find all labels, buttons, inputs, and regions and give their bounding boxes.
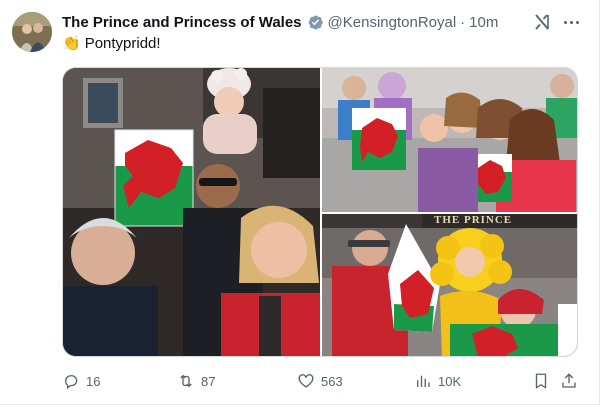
reply-count: 16 bbox=[86, 373, 101, 389]
tweet-text: 👏 Pontypridd! bbox=[62, 34, 161, 53]
views-button[interactable]: 10K bbox=[414, 370, 461, 392]
repost-count: 87 bbox=[201, 373, 216, 389]
action-bar: 16 87 563 10K bbox=[62, 370, 580, 392]
heart-icon bbox=[298, 374, 314, 388]
avatar-image bbox=[12, 12, 52, 52]
more-dot bbox=[569, 20, 573, 24]
reply-button[interactable]: 16 bbox=[62, 370, 100, 392]
bookmark-icon bbox=[535, 373, 547, 389]
timestamp[interactable]: 10m bbox=[469, 14, 498, 31]
verified-badge-icon[interactable] bbox=[307, 14, 324, 31]
photo-2-image bbox=[322, 68, 577, 212]
like-count: 563 bbox=[321, 373, 343, 389]
welsh-flag bbox=[352, 108, 406, 170]
photo-children-with-flags[interactable] bbox=[322, 68, 577, 212]
storefront-sign: THE PRINCE bbox=[434, 214, 513, 226]
media-grid[interactable]: THE PRINCE bbox=[62, 67, 578, 357]
grok-icon[interactable] bbox=[532, 12, 552, 32]
display-name[interactable]: The Prince and Princess of Wales bbox=[62, 14, 302, 31]
share-button[interactable] bbox=[560, 370, 578, 392]
user-handle[interactable]: @KensingtonRoyal bbox=[328, 14, 457, 31]
repost-button[interactable]: 87 bbox=[177, 370, 215, 392]
photo-daffodil-costume[interactable]: THE PRINCE bbox=[322, 214, 577, 356]
daffodil-costume bbox=[430, 228, 512, 292]
like-button[interactable]: 563 bbox=[297, 370, 343, 392]
tweet-card[interactable]: The Prince and Princess of Wales @Kensin… bbox=[0, 0, 600, 405]
photo-3-image bbox=[322, 214, 577, 356]
tweet-header: The Prince and Princess of Wales @Kensin… bbox=[62, 11, 498, 33]
view-count: 10K bbox=[438, 373, 462, 389]
more-icon[interactable] bbox=[560, 12, 582, 32]
separator-dot: · bbox=[460, 13, 466, 31]
photo-crowd-with-baby[interactable] bbox=[63, 68, 320, 356]
more-dot bbox=[575, 20, 579, 24]
bookmark-button[interactable] bbox=[532, 370, 550, 392]
clapping-hands-emoji: 👏 bbox=[62, 35, 81, 52]
photo-1-image bbox=[63, 68, 320, 356]
more-dot bbox=[563, 20, 567, 24]
share-icon bbox=[562, 373, 576, 388]
reply-icon bbox=[65, 375, 78, 390]
tweet-body: Pontypridd! bbox=[84, 34, 161, 52]
repost-icon bbox=[180, 374, 192, 388]
avatar[interactable] bbox=[12, 12, 52, 52]
welsh-flag bbox=[114, 129, 194, 227]
views-icon bbox=[417, 375, 430, 387]
